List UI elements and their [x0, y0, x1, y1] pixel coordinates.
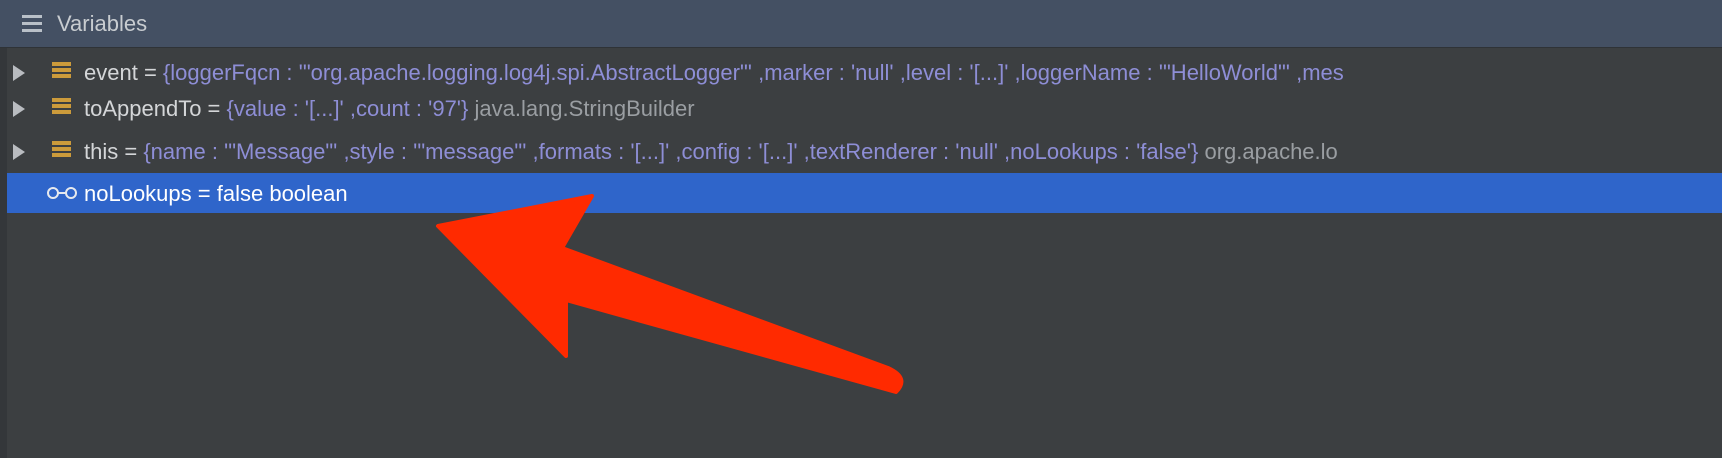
variables-panel: Variables event = {loggerFqcn : '"org.ap… [0, 0, 1722, 458]
variable-value: false [216, 181, 264, 206]
variable-type: org.apache.lo [1198, 139, 1338, 164]
equals-sign: = [137, 60, 163, 85]
variable-name: noLookups [84, 181, 192, 206]
field-icon [52, 62, 71, 82]
equals-sign: = [201, 96, 227, 121]
variable-row-nolookups[interactable]: noLookups = false boolean [7, 173, 1722, 213]
variable-text: noLookups = false boolean [84, 181, 348, 207]
field-icon [52, 141, 71, 161]
variable-name: toAppendTo [84, 96, 202, 121]
variable-row-toappendto[interactable]: toAppendTo = {value : '[...]' ,count : '… [7, 88, 1722, 128]
variable-value: {value : '[...]' ,count : '97'} [226, 96, 469, 121]
panel-title: Variables [57, 11, 148, 36]
variable-text: this = {name : '"Message"' ,style : '"me… [84, 139, 1338, 165]
variable-name: this [84, 139, 119, 164]
variable-row-event[interactable]: event = {loggerFqcn : '"org.apache.loggi… [7, 52, 1722, 92]
variables-header: Variables [0, 0, 1722, 48]
variable-type: boolean [263, 181, 348, 206]
watch-glasses-icon [47, 187, 77, 199]
variable-type: java.lang.StringBuilder [468, 96, 695, 121]
variable-text: event = {loggerFqcn : '"org.apache.loggi… [84, 60, 1344, 86]
expand-arrow-icon[interactable] [13, 101, 25, 117]
field-icon [52, 98, 71, 118]
list-icon [22, 15, 42, 33]
variable-row-this[interactable]: this = {name : '"Message"' ,style : '"me… [7, 131, 1722, 171]
left-rail [0, 48, 7, 458]
variable-value: {name : '"Message"' ,style : '"message"'… [143, 139, 1199, 164]
variable-text: toAppendTo = {value : '[...]' ,count : '… [84, 96, 695, 122]
expand-arrow-icon[interactable] [13, 144, 25, 160]
variable-value: {loggerFqcn : '"org.apache.logging.log4j… [162, 60, 1344, 85]
equals-sign: = [191, 181, 217, 206]
equals-sign: = [118, 139, 144, 164]
variable-name: event [84, 60, 138, 85]
expand-arrow-icon[interactable] [13, 65, 25, 81]
